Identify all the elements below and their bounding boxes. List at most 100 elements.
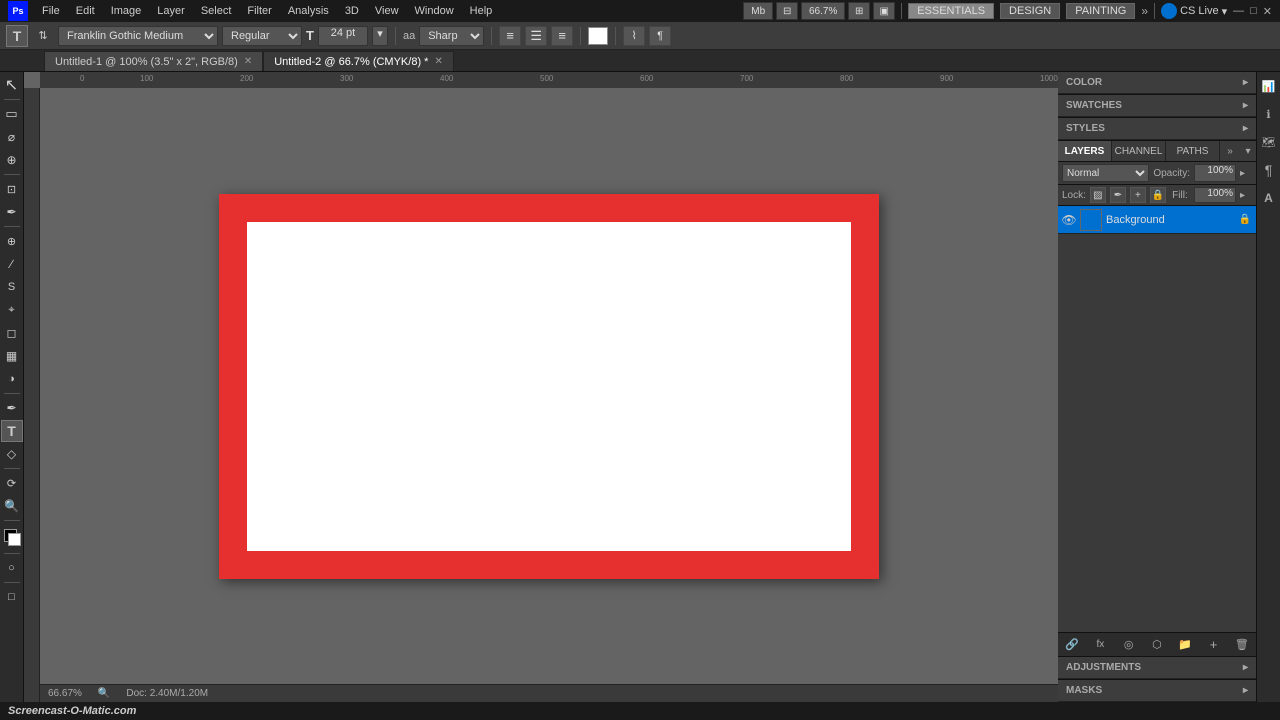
swatches-panel-header[interactable]: SWATCHES ▸ bbox=[1058, 95, 1256, 117]
align-center-btn[interactable]: ☰ bbox=[525, 26, 547, 46]
layers-tab-paths[interactable]: PATHS bbox=[1166, 141, 1220, 161]
layer-delete-btn[interactable]: 🗑 bbox=[1232, 635, 1252, 655]
menu-analysis[interactable]: Analysis bbox=[282, 3, 335, 19]
gradient-tool[interactable]: ▦ bbox=[1, 345, 23, 367]
opacity-arrow[interactable]: ▸ bbox=[1240, 168, 1252, 179]
menu-edit[interactable]: Edit bbox=[70, 3, 101, 19]
font-style-select[interactable]: Regular bbox=[222, 26, 302, 46]
workspace-painting[interactable]: PAINTING bbox=[1066, 3, 1135, 19]
align-left-btn[interactable]: ≡ bbox=[499, 26, 521, 46]
styles-panel-header[interactable]: STYLES ▸ bbox=[1058, 118, 1256, 140]
layer-row-background[interactable]: 👁 Background 🔒 bbox=[1058, 206, 1256, 234]
clone-tool[interactable]: S bbox=[1, 276, 23, 298]
lock-pixels-btn[interactable]: ▨ bbox=[1090, 187, 1106, 203]
lock-lock-btn[interactable]: 🔒 bbox=[1150, 187, 1166, 203]
menu-help[interactable]: Help bbox=[464, 3, 499, 19]
layer-mask-btn[interactable]: ◎ bbox=[1119, 635, 1139, 655]
document-inner[interactable] bbox=[247, 222, 851, 551]
text-color-swatch[interactable] bbox=[588, 27, 608, 45]
menu-view[interactable]: View bbox=[369, 3, 405, 19]
layers-list[interactable]: 👁 Background 🔒 bbox=[1058, 206, 1256, 632]
layer-link-btn[interactable]: 🔗 bbox=[1062, 635, 1082, 655]
paragraph-icon[interactable]: ¶ bbox=[1259, 160, 1279, 180]
lock-position-btn[interactable]: ✒ bbox=[1110, 187, 1126, 203]
workspace-design[interactable]: DESIGN bbox=[1000, 3, 1060, 19]
tab-untitled2-close[interactable]: ✕ bbox=[434, 56, 442, 67]
menu-select[interactable]: Select bbox=[195, 3, 238, 19]
menu-filter[interactable]: Filter bbox=[241, 3, 277, 19]
anti-alias-select[interactable]: Sharp bbox=[419, 26, 484, 46]
cs-live-btn[interactable]: CS Live ▾ bbox=[1161, 3, 1227, 19]
menu-layer[interactable]: Layer bbox=[151, 3, 191, 19]
menu-image[interactable]: Image bbox=[105, 3, 148, 19]
navigator-icon[interactable]: 🗺 bbox=[1259, 132, 1279, 152]
lock-all-btn[interactable]: + bbox=[1130, 187, 1146, 203]
toolbar-mode[interactable]: Mb bbox=[743, 2, 773, 20]
close-btn[interactable]: ✕ bbox=[1263, 5, 1272, 18]
color-panel-header[interactable]: COLOR ▸ bbox=[1058, 72, 1256, 94]
font-size-input[interactable]: 24 pt bbox=[318, 26, 368, 46]
3d-tool[interactable]: ⟳ bbox=[1, 472, 23, 494]
blend-mode-select[interactable]: Normal bbox=[1062, 164, 1149, 182]
warp-text-btn[interactable]: ⌇ bbox=[623, 26, 645, 46]
char-icon[interactable]: A bbox=[1259, 188, 1279, 208]
adjustments-panel-header[interactable]: ADJUSTMENTS ▸ bbox=[1058, 657, 1256, 679]
eraser-tool[interactable]: ◻ bbox=[1, 322, 23, 344]
layer-fx-btn[interactable]: fx bbox=[1090, 635, 1110, 655]
type-tool-icon[interactable]: T bbox=[6, 25, 28, 47]
layers-tab-layers[interactable]: LAYERS bbox=[1058, 141, 1112, 161]
font-family-select[interactable]: Franklin Gothic Medium bbox=[58, 26, 218, 46]
minimize-btn[interactable]: — bbox=[1233, 5, 1244, 17]
menu-file[interactable]: File bbox=[36, 3, 66, 19]
spot-heal-tool[interactable]: ⊕ bbox=[1, 230, 23, 252]
menu-window[interactable]: Window bbox=[409, 3, 460, 19]
layers-panel-menu[interactable]: ▾ bbox=[1240, 141, 1256, 161]
info-icon[interactable]: ℹ bbox=[1259, 104, 1279, 124]
quick-mask-btn[interactable]: ○ bbox=[1, 557, 23, 579]
document-canvas[interactable]: + bbox=[219, 194, 879, 579]
workspace-expand-icon[interactable]: » bbox=[1141, 4, 1148, 18]
brush-tool[interactable]: ∕ bbox=[1, 253, 23, 275]
font-size-arrow[interactable]: ▾ bbox=[372, 26, 388, 46]
canvas-area[interactable]: 0 100 200 300 400 500 600 700 800 900 10… bbox=[24, 72, 1058, 702]
move-tool[interactable]: ↖ bbox=[1, 74, 23, 96]
histogram-icon[interactable]: 📊 bbox=[1259, 76, 1279, 96]
layers-tab-channel[interactable]: CHANNEL bbox=[1112, 141, 1166, 161]
pen-tool[interactable]: ✒ bbox=[1, 397, 23, 419]
tab-untitled1-close[interactable]: ✕ bbox=[244, 56, 252, 67]
opacity-value[interactable]: 100% bbox=[1194, 164, 1236, 182]
canvas-container[interactable]: + bbox=[40, 88, 1058, 684]
type-tool[interactable]: T bbox=[1, 420, 23, 442]
layer-new-btn[interactable]: + bbox=[1204, 635, 1224, 655]
zoom-tool[interactable]: 🔍 bbox=[1, 495, 23, 517]
masks-panel-header[interactable]: MASKS ▸ bbox=[1058, 680, 1256, 702]
quick-selection-tool[interactable]: ⊕ bbox=[1, 149, 23, 171]
tab-untitled1[interactable]: Untitled-1 @ 100% (3.5" x 2", RGB/8) ✕ bbox=[44, 51, 263, 71]
screen-mode-btn[interactable]: □ bbox=[1, 586, 23, 608]
crop-tool[interactable]: ⊡ bbox=[1, 178, 23, 200]
tab-untitled2[interactable]: Untitled-2 @ 66.7% (CMYK/8) * ✕ bbox=[263, 51, 454, 71]
arrange-icon[interactable]: ⊞ bbox=[848, 2, 870, 20]
maximize-btn[interactable]: □ bbox=[1250, 5, 1257, 17]
marquee-tool[interactable]: ▭ bbox=[1, 103, 23, 125]
screen-mode[interactable]: ⊟ bbox=[776, 2, 798, 20]
workspace-essentials[interactable]: ESSENTIALS bbox=[908, 3, 994, 19]
layers-panel-expand[interactable]: » bbox=[1220, 141, 1240, 161]
lasso-tool[interactable]: ⌀ bbox=[1, 126, 23, 148]
layer-group-btn[interactable]: 📁 bbox=[1175, 635, 1195, 655]
layer-visibility-eye[interactable]: 👁 bbox=[1062, 213, 1076, 227]
align-right-btn[interactable]: ≡ bbox=[551, 26, 573, 46]
fill-value[interactable]: 100% bbox=[1194, 187, 1236, 203]
eyedropper-tool[interactable]: ✒ bbox=[1, 201, 23, 223]
dodge-tool[interactable]: ◑ bbox=[1, 368, 23, 390]
char-para-btn[interactable]: ¶ bbox=[649, 26, 671, 46]
extras-icon[interactable]: ▣ bbox=[873, 2, 895, 20]
zoom-level[interactable]: 66.7% bbox=[801, 2, 845, 20]
path-tool[interactable]: ◇ bbox=[1, 443, 23, 465]
foreground-color[interactable] bbox=[1, 526, 23, 548]
fill-arrow[interactable]: ▸ bbox=[1240, 190, 1252, 201]
layer-adj-btn[interactable]: ⬡ bbox=[1147, 635, 1167, 655]
history-brush[interactable]: ⌖ bbox=[1, 299, 23, 321]
menu-3d[interactable]: 3D bbox=[339, 3, 365, 19]
type-orient-btn[interactable]: ⇅ bbox=[32, 25, 54, 47]
